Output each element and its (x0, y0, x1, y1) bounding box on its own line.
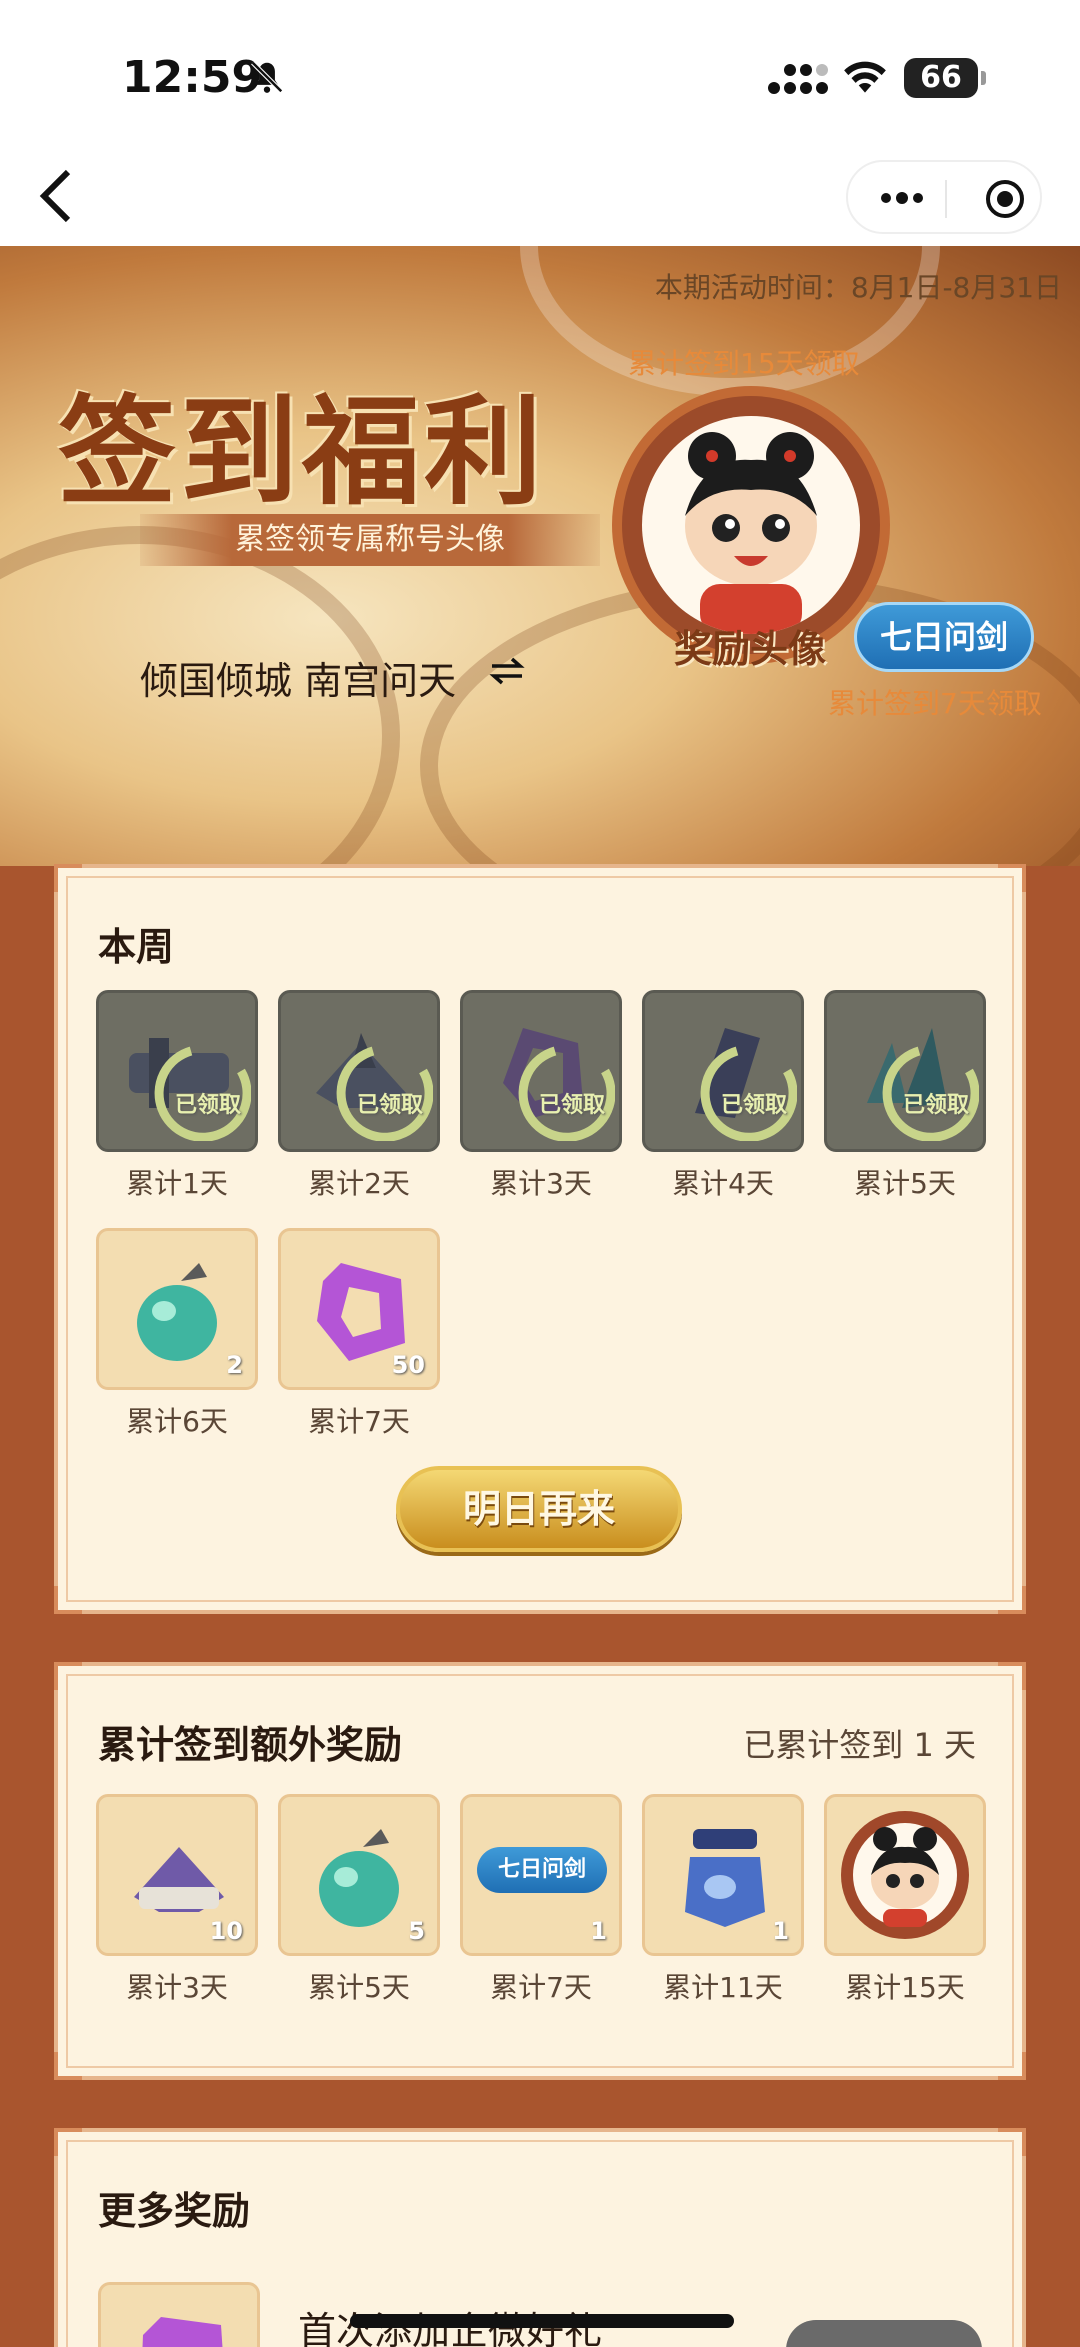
item-count: 5 (408, 1917, 425, 1945)
reward-day-label: 累计15天 (845, 1971, 965, 2004)
avatar-frame-icon (841, 1811, 969, 1939)
claimed-label: 已领取 (902, 1093, 969, 1118)
claimed-label: 已领取 (174, 1093, 241, 1118)
signal-icon (768, 64, 828, 94)
week-title: 本周 (98, 925, 175, 969)
item-count: 1 (590, 1917, 607, 1945)
miniprogram-capsule (846, 160, 1042, 234)
reward-tile: 1 (642, 1794, 804, 1956)
bonus-reward-7-days[interactable]: 七日问剑 1 累计7天 (460, 1794, 622, 2006)
title-badge-icon: 七日问剑 (477, 1847, 607, 1893)
reward-day-label: 累计4天 (672, 1167, 774, 1200)
more-dots-icon[interactable] (876, 182, 928, 214)
week-reward-day-6[interactable]: 2 累计6天 (96, 1228, 258, 1440)
reward-day-label: 累计7天 (308, 1405, 410, 1438)
status-bar: 12:59 66 (0, 0, 1080, 150)
panel-corner (54, 1586, 82, 1614)
bonus-reward-5-days[interactable]: 5 累计5天 (278, 1794, 440, 2006)
claimed-label: 已领取 (538, 1093, 605, 1118)
panel-corner (998, 2052, 1026, 2080)
player-role-name[interactable]: 倾国倾城 南宫问天 (140, 650, 456, 705)
home-indicator (350, 2314, 734, 2328)
close-target-icon[interactable] (984, 178, 1026, 220)
blue-gem-icon (685, 1829, 765, 1927)
title-badge: 七日问剑 (854, 602, 1034, 672)
cumulative-bonus-panel: 累计签到额外奖励 已累计签到 1 天 10 累计3天 5 累计5天 七日问剑 1… (54, 1662, 1026, 2080)
week-reward-day-4[interactable]: 已领取 累计4天 (642, 990, 804, 1202)
panel-corner (54, 2052, 82, 2080)
back-arrow-icon[interactable] (36, 166, 76, 226)
claimed-label: 已领取 (720, 1093, 787, 1118)
reward-day-label: 累计1天 (126, 1167, 228, 1200)
reward-tile (824, 1794, 986, 1956)
character-avatar-icon (685, 432, 817, 634)
bonus-reward-3-days[interactable]: 10 累计3天 (96, 1794, 258, 2006)
cumulative-bonus-title: 累计签到额外奖励 (98, 1723, 403, 1767)
reward-day-label: 累计2天 (308, 1167, 410, 1200)
reward-tile: 5 (278, 1794, 440, 1956)
bonus-reward-15-days[interactable]: 累计15天 (824, 1794, 986, 2006)
reward-tile: 已领取 (824, 990, 986, 1152)
claimed-label: 已领取 (356, 1093, 423, 1118)
week-reward-day-2[interactable]: 已领取 累计2天 (278, 990, 440, 1202)
reward-tile: 已领取 (460, 990, 622, 1152)
panel-corner (998, 1662, 1026, 1690)
reward-tile: 已领取 (278, 990, 440, 1152)
reward-avatar-label: 奖励头像 (674, 627, 827, 671)
item-count: 2 (226, 1351, 243, 1379)
item-count: 1 (772, 1917, 789, 1945)
reward-day-label: 累计6天 (126, 1405, 228, 1438)
title-badge-note: 累计签到7天领取 (828, 687, 1042, 720)
reward-day-label: 累计5天 (854, 1167, 956, 1200)
banner-title: 签到福利 (58, 382, 547, 521)
panel-corner (998, 2128, 1026, 2156)
capsule-divider (945, 180, 947, 218)
activity-period: 本期活动时间：8月1日-8月31日 (654, 271, 1062, 304)
week-reward-day-1[interactable]: 已领取 累计1天 (96, 990, 258, 1202)
battery-indicator: 66 (904, 58, 986, 98)
item-count: 50 (391, 1351, 425, 1379)
cumulative-progress: 已累计签到 1 天 (743, 1726, 976, 1764)
reward-day-label: 累计11天 (663, 1971, 783, 2004)
switch-role-icon[interactable] (488, 656, 526, 686)
reward-tile: 10 (96, 1794, 258, 1956)
panel-corner (54, 2128, 82, 2156)
green-fruit-icon (137, 1263, 217, 1361)
item-count: 10 (209, 1917, 243, 1945)
panel-corner (54, 864, 82, 892)
signin-banner: 本期活动时间：8月1日-8月31日 签到福利 累签领专属称号头像 倾国倾城 南宫… (0, 246, 1080, 866)
reward-day-label: 累计5天 (308, 1971, 410, 2004)
wifi-icon (844, 61, 886, 93)
reward-avatar-image (642, 416, 860, 634)
week-reward-day-5[interactable]: 已领取 累计5天 (824, 990, 986, 1202)
reward-day-label: 累计3天 (126, 1971, 228, 2004)
bonus-reward-11-days[interactable]: 1 累计11天 (642, 1794, 804, 2006)
more-rewards-title: 更多奖励 (98, 2189, 251, 2233)
nav-bar (0, 150, 1080, 246)
purple-token-icon (142, 2317, 223, 2347)
panel-corner (998, 864, 1026, 892)
green-fruit-icon (319, 1829, 399, 1927)
reward-day-label: 累计7天 (490, 1971, 592, 2004)
panel-corner (998, 1586, 1026, 1614)
panel-corner (54, 1662, 82, 1690)
avatar-reward-note: 累计签到15天领取 (628, 347, 860, 380)
reward-tile: 已领取 (642, 990, 804, 1152)
floating-action-button[interactable] (786, 2320, 982, 2347)
reward-tile: 七日问剑 1 (460, 1794, 622, 1956)
reward-tile: 50 (278, 1228, 440, 1390)
week-reward-day-7[interactable]: 50 累计7天 (278, 1228, 440, 1440)
mute-bell-icon (251, 61, 283, 93)
status-time: 12:59 (122, 52, 263, 103)
reward-tile: 已领取 (96, 990, 258, 1152)
reward-day-label: 累计3天 (490, 1167, 592, 1200)
come-back-tomorrow-button[interactable]: 明日再来 (396, 1466, 682, 1552)
reward-tile: 2 (96, 1228, 258, 1390)
banner-subtitle: 累签领专属称号头像 (140, 514, 600, 566)
reward-tile (98, 2282, 260, 2347)
week-reward-day-3[interactable]: 已领取 累计3天 (460, 990, 622, 1202)
